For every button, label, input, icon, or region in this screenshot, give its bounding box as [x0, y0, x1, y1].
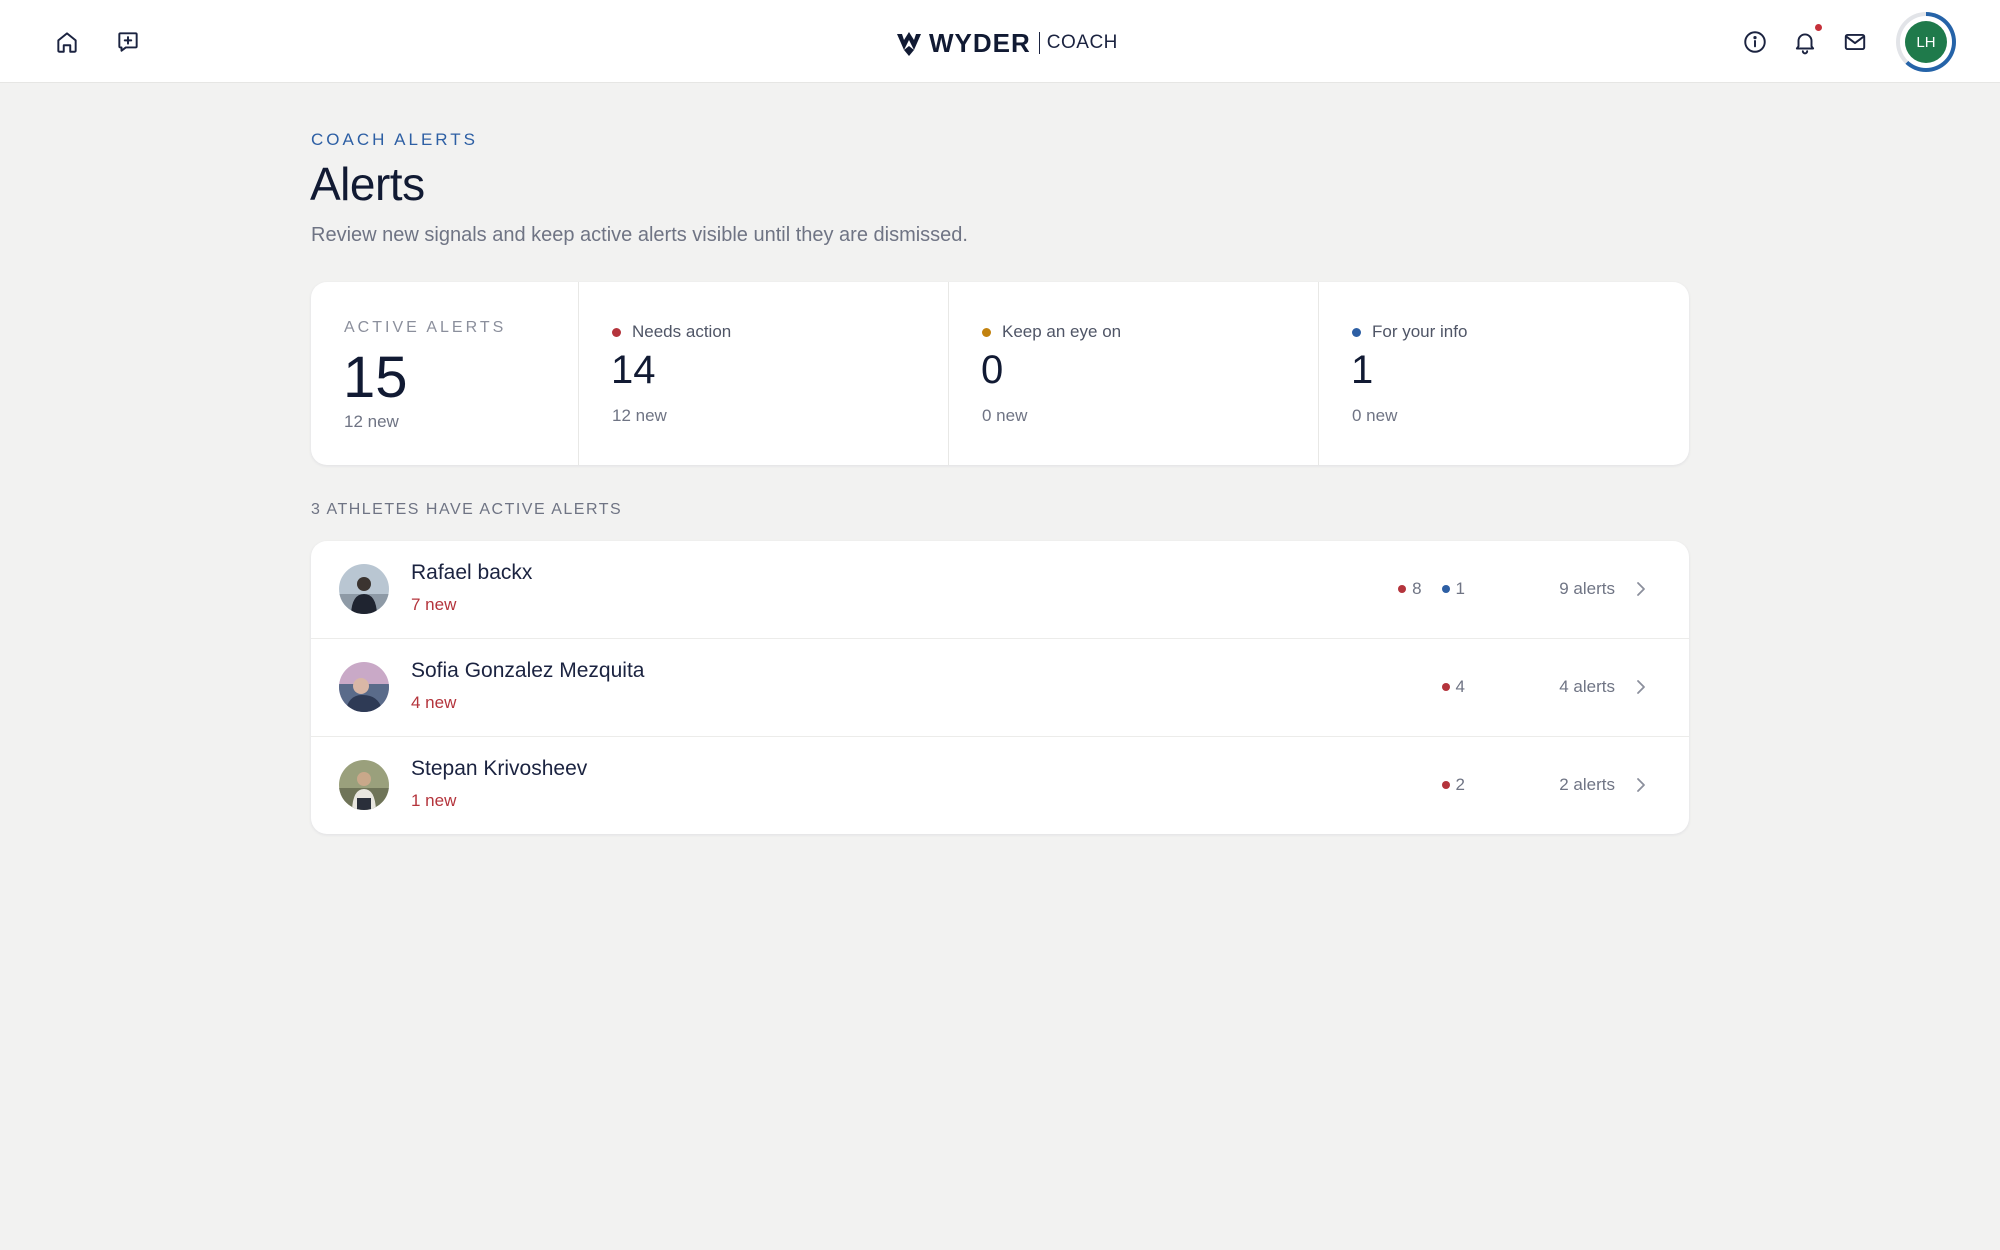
athlete-photo [339, 564, 389, 614]
athlete-row-rafael[interactable]: Rafael backx 7 new 8 1 9 alerts [311, 541, 1689, 639]
for-your-info-count-value: 1 [1455, 579, 1465, 598]
summary-label-row: Needs action [612, 322, 731, 342]
athlete-alert-breakdown: 4 [1422, 677, 1465, 697]
athlete-photo [339, 760, 389, 810]
avatar: LH [1905, 21, 1947, 63]
for-your-info-count: 1 [1441, 579, 1465, 599]
athlete-photo-image [339, 760, 389, 810]
needs-action-count: 2 [1441, 775, 1465, 795]
alerts-summary-card: ACTIVE ALERTS 15 12 new Needs action 14 … [311, 282, 1689, 465]
athletes-list: Rafael backx 7 new 8 1 9 alerts Sofia Go… [311, 541, 1689, 834]
chevron-right-icon [1637, 582, 1645, 596]
open-athlete-button[interactable] [1631, 774, 1651, 796]
needs-action-label: Needs action [632, 322, 732, 341]
profile-avatar-button[interactable]: LH [1896, 12, 1956, 72]
keep-an-eye-new: 0 new [982, 406, 1028, 425]
open-athlete-button[interactable] [1631, 676, 1651, 698]
keep-an-eye-value: 0 [981, 348, 1004, 392]
athlete-row-stepan[interactable]: Stepan Krivosheev 1 new 2 2 alerts [311, 737, 1689, 834]
page-subtitle: Review new signals and keep active alert… [311, 224, 968, 246]
athlete-photo-image [339, 662, 389, 712]
athlete-photo-image [339, 564, 389, 614]
bell-icon [1795, 33, 1815, 55]
needs-action-value: 14 [611, 348, 656, 392]
summary-total-value: 15 [343, 345, 408, 410]
athletes-section-label: 3 ATHLETES HAVE ACTIVE ALERTS [311, 501, 623, 518]
athlete-photo [339, 662, 389, 712]
for-your-info-dot-icon [1441, 585, 1450, 593]
athlete-total-alerts: 2 alerts [1559, 775, 1615, 794]
notification-indicator [1815, 24, 1822, 31]
summary-needs-action[interactable]: Needs action 14 12 new [579, 282, 949, 465]
wyder-mark-icon [897, 32, 921, 56]
for-your-info-label: For your info [1372, 322, 1468, 341]
needs-action-count-value: 2 [1455, 775, 1465, 794]
needs-action-dot-icon [1441, 683, 1450, 691]
keep-an-eye-label: Keep an eye on [1002, 322, 1122, 341]
chevron-right-icon [1637, 680, 1645, 694]
home-button[interactable] [48, 23, 86, 61]
for-your-info-dot-icon [1352, 327, 1361, 337]
wyder-logo[interactable]: WYDER COACH [895, 24, 1118, 62]
athlete-new-count: 1 new [411, 791, 457, 810]
needs-action-count: 8 [1398, 579, 1422, 599]
top-bar: WYDER COACH LH [0, 0, 2000, 83]
athlete-alert-breakdown: 8 1 [1378, 579, 1465, 599]
new-message-icon [118, 32, 138, 52]
home-icon [57, 32, 77, 53]
athlete-total-alerts: 4 alerts [1559, 677, 1615, 696]
needs-action-count-value: 8 [1412, 579, 1422, 598]
for-your-info-new: 0 new [1352, 406, 1398, 425]
needs-action-count-value: 4 [1455, 677, 1465, 696]
athlete-name: Sofia Gonzalez Mezquita [411, 659, 645, 682]
athlete-row-sofia[interactable]: Sofia Gonzalez Mezquita 4 new 4 4 alerts [311, 639, 1689, 737]
info-button[interactable] [1736, 23, 1774, 61]
athlete-name: Rafael backx [411, 561, 533, 584]
page-title: Alerts [310, 158, 425, 210]
summary-total-label: ACTIVE ALERTS [344, 319, 507, 336]
keep-an-eye-dot-icon [982, 327, 991, 337]
summary-active-alerts: ACTIVE ALERTS 15 12 new [311, 282, 579, 465]
needs-action-dot-icon [1398, 585, 1407, 593]
athlete-new-count: 4 new [411, 693, 457, 712]
avatar-ring-inner: LH [1900, 16, 1952, 68]
mail-icon [1844, 33, 1866, 51]
athlete-alert-breakdown: 2 [1422, 775, 1465, 795]
athlete-new-count: 7 new [411, 595, 457, 614]
logo-separator [1038, 32, 1040, 54]
summary-label-row: For your info [1352, 322, 1467, 342]
needs-action-new: 12 new [612, 406, 667, 425]
summary-keep-an-eye[interactable]: Keep an eye on 0 0 new [949, 282, 1319, 465]
for-your-info-value: 1 [1351, 348, 1374, 392]
summary-total-new: 12 new [344, 412, 399, 431]
summary-for-your-info[interactable]: For your info 1 0 new [1319, 282, 1689, 465]
logo-subtitle: COACH [1046, 32, 1118, 53]
needs-action-count: 4 [1441, 677, 1465, 697]
needs-action-dot-icon [612, 327, 621, 337]
athlete-name: Stepan Krivosheev [411, 757, 588, 780]
new-message-button[interactable] [109, 23, 147, 61]
page-eyebrow: COACH ALERTS [311, 130, 479, 149]
open-athlete-button[interactable] [1631, 578, 1651, 600]
logo-wordmark: WYDER [929, 27, 1031, 58]
athlete-total-alerts: 9 alerts [1559, 579, 1615, 598]
messages-button[interactable] [1836, 23, 1874, 61]
info-icon [1744, 31, 1766, 53]
needs-action-dot-icon [1441, 781, 1450, 789]
chevron-right-icon [1637, 778, 1645, 792]
summary-label-row: Keep an eye on [982, 322, 1121, 342]
